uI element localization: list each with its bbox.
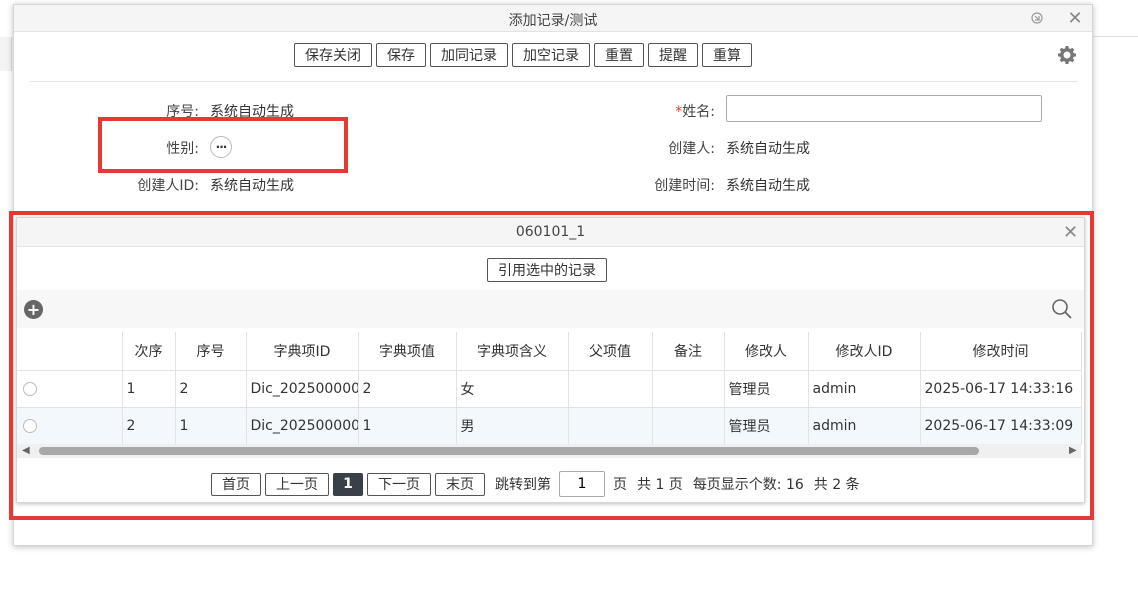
restore-icon[interactable] <box>1028 9 1046 27</box>
add-same-record-button[interactable]: 加同记录 <box>430 43 508 67</box>
highlight-box-gender <box>98 117 348 173</box>
dialog-toolbar: 保存关闭 保存 加同记录 加空记录 重置 提醒 重算 <box>294 43 752 67</box>
toolbar-divider <box>30 81 1078 82</box>
create-time-value: 系统自动生成 <box>726 178 810 194</box>
remind-button[interactable]: 提醒 <box>648 43 698 67</box>
create-time-label: 创建时间: <box>654 178 715 194</box>
reset-button[interactable]: 重置 <box>594 43 644 67</box>
creator-label: 创建人: <box>668 141 715 157</box>
creator-id-label: 创建人ID: <box>137 178 199 194</box>
close-icon[interactable]: ✕ <box>1066 8 1084 29</box>
highlight-box-picker <box>9 211 1094 520</box>
dialog-titlebar: 添加记录/测试 ✕ <box>14 5 1092 32</box>
recalculate-button[interactable]: 重算 <box>702 43 752 67</box>
add-empty-record-button[interactable]: 加空记录 <box>512 43 590 67</box>
name-field[interactable] <box>726 95 1042 122</box>
name-label-text: 姓名: <box>682 104 715 120</box>
background-divider <box>1093 36 1138 37</box>
name-label: *姓名: <box>625 101 715 121</box>
background-panel <box>0 37 12 71</box>
save-button[interactable]: 保存 <box>376 43 426 67</box>
creator-value: 系统自动生成 <box>726 141 810 157</box>
save-close-button[interactable]: 保存关闭 <box>294 43 372 67</box>
creator-id-value: 系统自动生成 <box>210 178 294 194</box>
gear-icon[interactable] <box>1057 45 1077 65</box>
dialog-title: 添加记录/测试 <box>508 13 598 29</box>
